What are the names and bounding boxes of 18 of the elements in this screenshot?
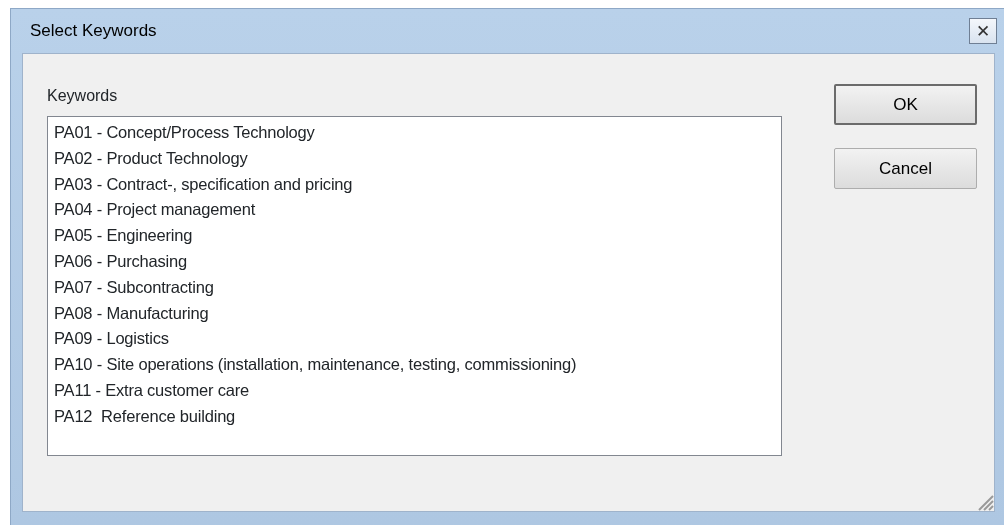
dialog-button[interactable]: Cancel xyxy=(834,148,977,189)
list-item[interactable]: PA06 - Purchasing xyxy=(54,249,187,275)
keywords-list[interactable] xyxy=(47,116,782,456)
keywords-label: Keywords xyxy=(47,86,118,106)
list-item[interactable]: PA01 - Concept/Process Technology xyxy=(54,120,315,146)
dialog-button[interactable]: OK xyxy=(834,84,977,125)
list-item[interactable]: PA03 - Contract-, specification and pricing xyxy=(54,171,353,198)
list-item[interactable]: PA07 - Subcontracting xyxy=(54,274,214,301)
window-title: Select Keywords xyxy=(29,20,157,43)
list-item[interactable]: PA04 - Project management xyxy=(54,197,256,224)
list-item[interactable]: PA11 - Extra customer care xyxy=(54,377,249,404)
list-item[interactable]: PA09 - Logistics xyxy=(54,326,169,353)
list-item[interactable]: PA05 - Engineering xyxy=(54,223,193,249)
list-item[interactable]: PA12 Reference building xyxy=(54,403,236,430)
list-item[interactable]: PA08 - Manufacturing xyxy=(54,300,209,327)
list-item[interactable]: PA10 - Site operations (installation, maintenance, testing, commissioning) xyxy=(54,352,577,378)
close-button[interactable]: ✕ xyxy=(969,18,997,44)
list-item[interactable]: PA02 - Product Technology xyxy=(54,145,248,172)
